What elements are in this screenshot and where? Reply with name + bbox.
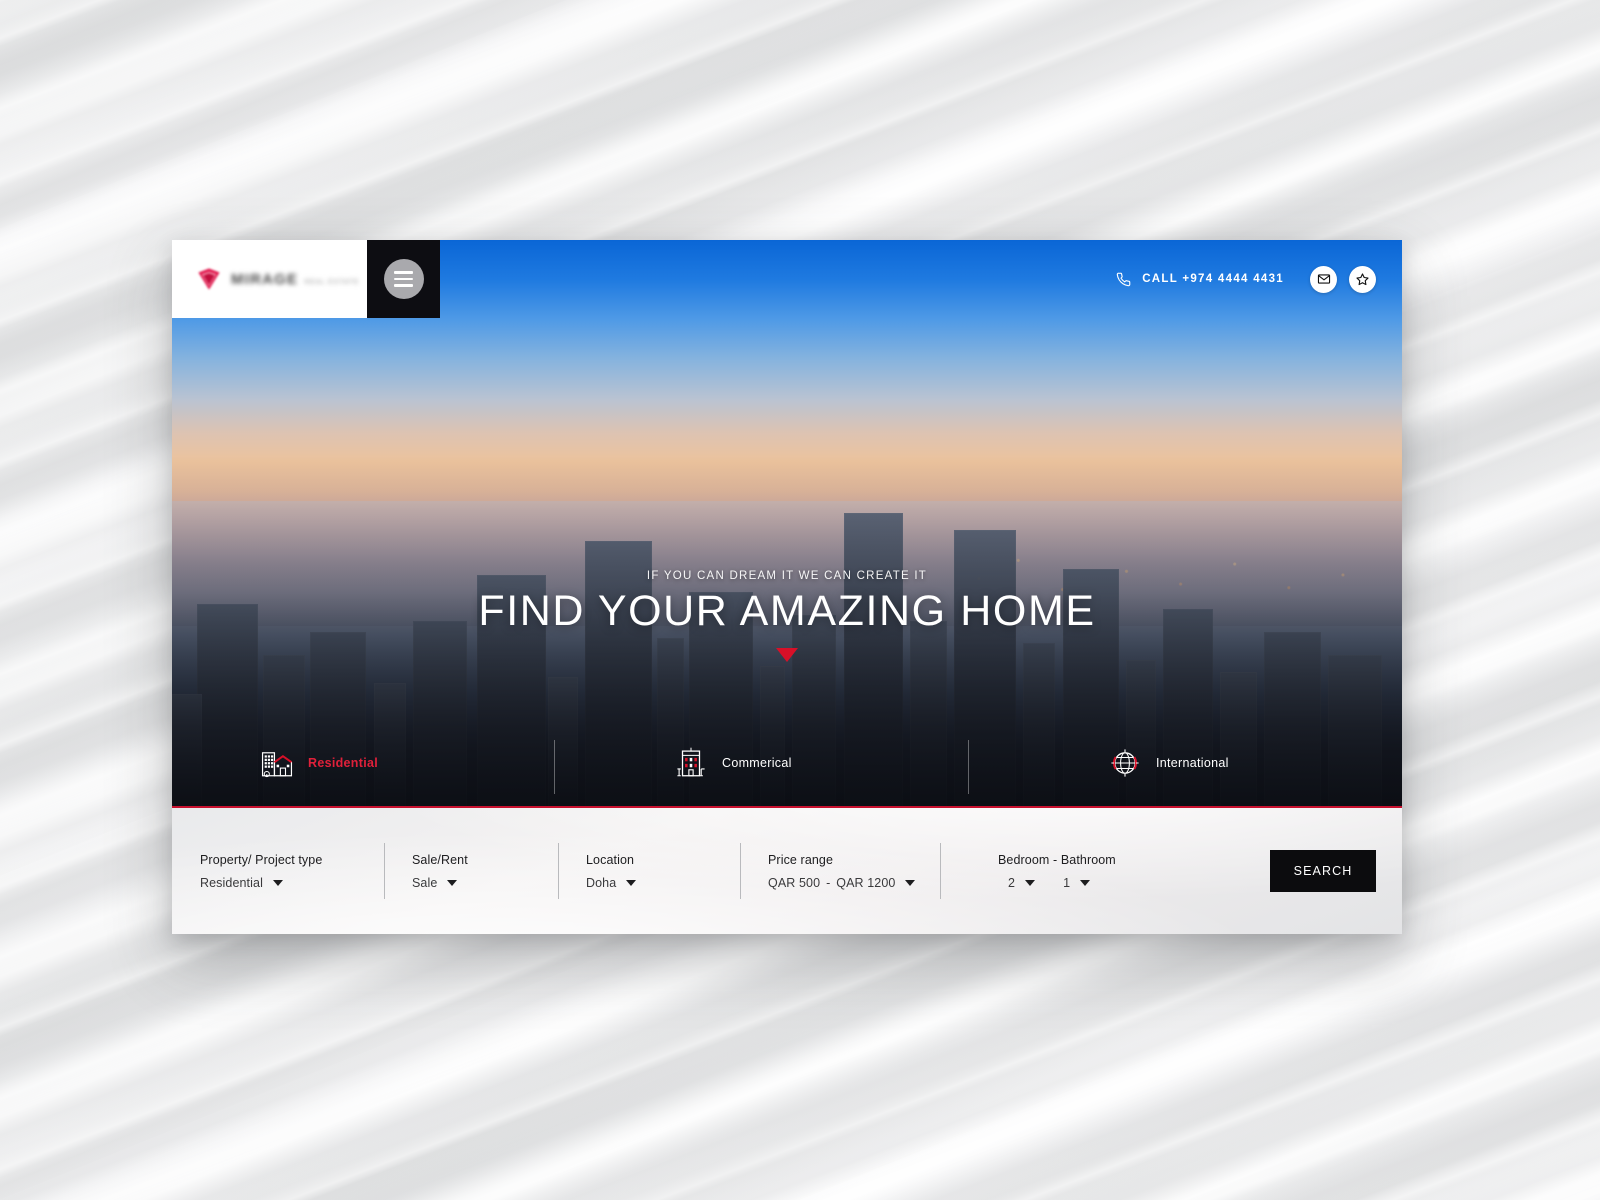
call-label: CALL +974 4444 4431 xyxy=(1142,273,1284,285)
field-value-max: QAR 1200 xyxy=(836,875,896,890)
search-bar: Property/ Project type Residential Sale/… xyxy=(172,808,1402,934)
field-label: Price range xyxy=(768,852,834,867)
field-location[interactable]: Location Doha xyxy=(558,843,740,899)
bedroom-select[interactable]: 2 xyxy=(1008,875,1036,890)
field-value: Residential xyxy=(200,875,263,890)
envelope-icon xyxy=(1317,274,1330,284)
hero-section: MIRAGE REAL ESTATE CALL +974 4444 4431 I… xyxy=(172,240,1402,808)
field-property-type[interactable]: Property/ Project type Residential xyxy=(172,843,384,899)
field-label: Sale/Rent xyxy=(412,852,468,867)
call-link[interactable]: CALL +974 4444 4431 xyxy=(1116,272,1284,287)
chevron-down-icon[interactable] xyxy=(626,879,637,886)
logo-wordmark: MIRAGE REAL ESTATE xyxy=(231,271,359,288)
field-bedroom-bathroom[interactable]: Bedroom - Bathroom 2 1 xyxy=(940,843,1116,899)
hero-content: IF YOU CAN DREAM IT WE CAN CREATE IT FIN… xyxy=(172,570,1402,663)
field-value: Sale xyxy=(412,875,438,890)
field-label: Bedroom - Bathroom xyxy=(998,852,1116,867)
commercial-building-icon xyxy=(677,747,705,777)
mail-button[interactable] xyxy=(1310,265,1337,293)
bathroom-select[interactable]: 1 xyxy=(1063,875,1091,890)
category-commercial[interactable]: Commerical xyxy=(554,740,968,794)
phone-icon xyxy=(1116,272,1131,286)
shield-logo-icon xyxy=(198,268,220,290)
bedroom-value: 2 xyxy=(1008,875,1016,890)
category-label: Commerical xyxy=(722,756,792,770)
field-sale-rent[interactable]: Sale/Rent Sale xyxy=(384,843,558,899)
scroll-down-arrow-icon[interactable] xyxy=(776,648,798,663)
chevron-down-icon[interactable] xyxy=(1080,879,1091,886)
field-value: Doha xyxy=(586,875,617,890)
chevron-down-icon[interactable] xyxy=(1025,879,1036,886)
field-label: Location xyxy=(586,852,635,867)
globe-icon xyxy=(1111,749,1139,777)
category-international[interactable]: International xyxy=(968,740,1402,794)
field-price-range[interactable]: Price range QAR 500 - QAR 1200 xyxy=(740,843,940,899)
chevron-down-icon[interactable] xyxy=(447,879,458,886)
hero-tagline: IF YOU CAN DREAM IT WE CAN CREATE IT xyxy=(646,570,928,582)
header-actions: CALL +974 4444 4431 xyxy=(1116,240,1376,318)
range-separator: - xyxy=(826,875,831,890)
search-button[interactable]: SEARCH xyxy=(1270,850,1376,892)
star-icon xyxy=(1356,272,1369,285)
category-label: International xyxy=(1156,756,1229,770)
app-window: MIRAGE REAL ESTATE CALL +974 4444 4431 I… xyxy=(172,240,1402,934)
hero-divider xyxy=(172,806,1402,808)
field-label: Property/ Project type xyxy=(200,852,323,867)
category-label: Residential xyxy=(308,756,378,770)
logo-subtitle: REAL ESTATE xyxy=(304,278,360,286)
residential-building-icon xyxy=(261,752,293,778)
category-residential[interactable]: Residential xyxy=(172,746,554,780)
chevron-down-icon[interactable] xyxy=(905,879,916,886)
chevron-down-icon[interactable] xyxy=(272,879,283,886)
hamburger-menu-icon[interactable] xyxy=(383,259,424,299)
bathroom-value: 1 xyxy=(1063,875,1071,890)
field-value-min: QAR 500 xyxy=(768,875,821,890)
category-nav: Residential Commerical International xyxy=(172,718,1402,808)
logo-word: MIRAGE xyxy=(231,270,299,288)
favorites-button[interactable] xyxy=(1349,265,1376,293)
menu-button[interactable] xyxy=(367,240,440,318)
logo[interactable]: MIRAGE REAL ESTATE xyxy=(172,240,367,318)
hero-headline: FIND YOUR AMAZING HOME xyxy=(478,587,1096,635)
